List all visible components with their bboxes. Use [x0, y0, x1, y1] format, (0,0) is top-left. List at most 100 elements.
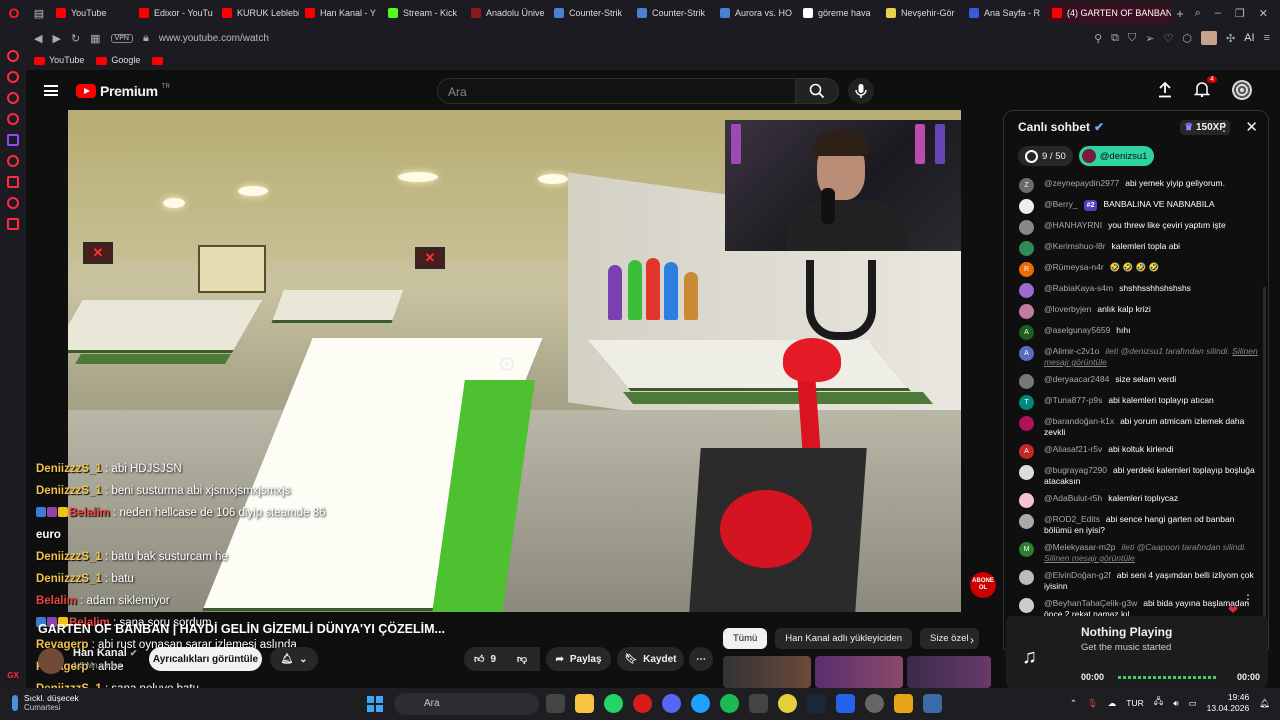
player-icon[interactable]: [7, 155, 19, 167]
chat-author[interactable]: @Berry_: [1044, 199, 1078, 209]
chat-author[interactable]: @ElvinDoğan-g2f: [1044, 570, 1111, 580]
app-icon[interactable]: [749, 694, 768, 713]
network-icon[interactable]: 🖧: [1154, 696, 1163, 710]
clock[interactable]: 19:46 13.04.2026: [1207, 692, 1250, 714]
whatsapp-icon[interactable]: [604, 694, 623, 713]
music-progress-bar[interactable]: [1118, 676, 1218, 679]
app-icon[interactable]: [778, 694, 797, 713]
chat-message[interactable]: M @Melekyasar-m2p ileti @Caapoon tarafında…: [1004, 539, 1260, 567]
cube-icon[interactable]: ⬡: [1182, 32, 1192, 45]
avatar[interactable]: [1019, 598, 1034, 613]
weather-widget[interactable]: Sıckl. düşecek Cumartesi: [12, 693, 79, 712]
profile-avatar[interactable]: [1200, 31, 1217, 45]
new-tab-button[interactable]: +: [1171, 6, 1189, 21]
recommended-thumbnail[interactable]: [723, 656, 811, 688]
shield-icon[interactable]: ⛉: [1128, 32, 1136, 45]
app-icon[interactable]: [836, 694, 855, 713]
heart-icon[interactable]: ♡: [1163, 32, 1173, 45]
more-actions-button[interactable]: ⋯: [689, 647, 713, 671]
chat-message[interactable]: @HANHAYRNI you threw like çeviri yaptım i…: [1004, 217, 1260, 238]
avatar[interactable]: R: [1019, 262, 1034, 277]
chat-message[interactable]: @bugrayag7290 abi yerdeki kalemleri topla…: [1004, 462, 1260, 490]
discord-icon[interactable]: [662, 694, 681, 713]
gx-icon[interactable]: GX: [7, 671, 19, 680]
opera-gx-icon[interactable]: [633, 694, 652, 713]
channel-avatar[interactable]: [38, 648, 64, 674]
chat-message[interactable]: A @Aliasaf21-r5v abi koltuk kirlendi: [1004, 441, 1260, 462]
app-icon[interactable]: [865, 694, 884, 713]
avatar[interactable]: [1019, 570, 1034, 585]
avatar[interactable]: [1019, 493, 1034, 508]
spotify-icon[interactable]: [720, 694, 739, 713]
chat-author[interactable]: @Kerimshuo-l8r: [1044, 241, 1106, 251]
chat-author[interactable]: @bugrayag7290: [1044, 465, 1107, 475]
snapshot-icon[interactable]: ⧉: [1111, 32, 1119, 45]
notepad-icon[interactable]: [923, 694, 942, 713]
chat-message[interactable]: Z @zeynepaydin2977 abi yemek yiyip geliyor…: [1004, 175, 1260, 196]
messenger-icon[interactable]: [7, 92, 19, 104]
chat-author[interactable]: @BeyhanTahaÇelik-g3w: [1044, 598, 1137, 608]
pinboard-icon[interactable]: [7, 176, 19, 188]
browser-tab[interactable]: Ana Sayfa - R: [963, 3, 1046, 23]
search-tabs-icon[interactable]: ⌕: [1195, 7, 1201, 20]
heart-reaction-icon[interactable]: ❤: [1228, 603, 1238, 617]
youtube-logo[interactable]: Premium TR: [76, 83, 170, 99]
account-avatar[interactable]: [1232, 80, 1252, 100]
maximize-button[interactable]: ❐: [1235, 7, 1245, 20]
search-input[interactable]: Ara: [437, 78, 796, 104]
chat-author[interactable]: @Tuna877-p9s: [1044, 395, 1102, 405]
url-field[interactable]: www.youtube.com/watch: [159, 33, 269, 44]
chat-author[interactable]: @zeynepaydin2977: [1044, 178, 1119, 188]
avatar[interactable]: Z: [1019, 178, 1034, 193]
twitch-icon[interactable]: [7, 134, 19, 146]
aria-icon[interactable]: [7, 50, 19, 62]
task-view-icon[interactable]: [546, 694, 565, 713]
chat-message[interactable]: @ROD2_Edits abi sence hangi garten od ban…: [1004, 511, 1260, 539]
menu-icon[interactable]: ≡: [1264, 32, 1270, 44]
browser-tab[interactable]: Nevşehir-Gör: [880, 3, 963, 23]
chat-message[interactable]: @barandoğan-k1x abi yorum atmicam izlemek…: [1004, 413, 1260, 441]
chat-options-icon[interactable]: ⋮: [1218, 120, 1230, 134]
avatar[interactable]: A: [1019, 444, 1034, 459]
avatar[interactable]: [1019, 241, 1034, 256]
chat-author[interactable]: @Rümeysa-n4r: [1044, 262, 1104, 272]
bookmark-youtube-icon[interactable]: [152, 55, 167, 65]
tab-stash-icon[interactable]: ▤: [28, 0, 50, 26]
chevron-up-icon[interactable]: ⌃: [1070, 698, 1077, 709]
chat-message[interactable]: @ElvinDoğan-g2f abi seni 4 yaşımdan belli…: [1004, 567, 1260, 595]
pinned-user-pill[interactable]: @denizsu1: [1078, 146, 1155, 166]
chevron-right-icon[interactable]: ›: [970, 633, 974, 647]
bookmarks-icon[interactable]: [7, 218, 19, 230]
avatar[interactable]: [1019, 220, 1034, 235]
rec-tab-all[interactable]: Tümü: [723, 628, 768, 649]
whatsapp-icon[interactable]: [7, 113, 19, 125]
taskbar-search[interactable]: Ara: [394, 693, 539, 715]
chat-author[interactable]: @ROD2_Edits: [1044, 514, 1100, 524]
chat-message[interactable]: @Berry_ #2 BANBALINA VE NABNABILA: [1004, 196, 1260, 217]
vpn-badge[interactable]: VPN: [110, 33, 133, 43]
avatar[interactable]: [1019, 199, 1034, 214]
tab-active[interactable]: (4) GARTEN OF BANBAN: [1046, 3, 1171, 23]
chat-author[interactable]: @RabiaKaya-s4m: [1044, 283, 1113, 293]
browser-tab[interactable]: Stream - Kick: [382, 3, 465, 23]
cloud-icon[interactable]: ☁: [1108, 698, 1117, 709]
chat-message[interactable]: R @Rümeysa-n4r 🤣 🤣 🤣 🤣: [1004, 259, 1260, 280]
chat-message[interactable]: @deryaacar2484 size selam verdi: [1004, 371, 1260, 392]
more-options-icon[interactable]: ⋮: [1242, 592, 1254, 606]
avatar[interactable]: [1019, 283, 1034, 298]
chat-author[interactable]: @AdaBulut-r5h: [1044, 493, 1102, 503]
send-icon[interactable]: ➢: [1145, 32, 1154, 45]
back-icon[interactable]: ◀: [34, 32, 42, 45]
avatar[interactable]: [1019, 465, 1034, 480]
browser-tab[interactable]: YouTube: [50, 3, 133, 23]
chat-message[interactable]: A @Alimir-c2v1o ileti @denizsu1 tarafından…: [1004, 343, 1260, 371]
share-button[interactable]: ➦ Paylaş: [546, 647, 611, 671]
opera-menu-icon[interactable]: O: [0, 0, 28, 26]
avatar[interactable]: M: [1019, 542, 1034, 557]
browser-tab[interactable]: Edixor - YouTu: [133, 3, 216, 23]
notifications-icon[interactable]: 🔔︎: [1259, 698, 1270, 709]
rec-tab-uploader[interactable]: Han Kanal adlı yükleyiciden: [775, 628, 913, 649]
speed-dial-icon[interactable]: ▦: [90, 32, 100, 45]
language-indicator[interactable]: TUR: [1126, 698, 1143, 708]
avatar[interactable]: [1019, 514, 1034, 529]
